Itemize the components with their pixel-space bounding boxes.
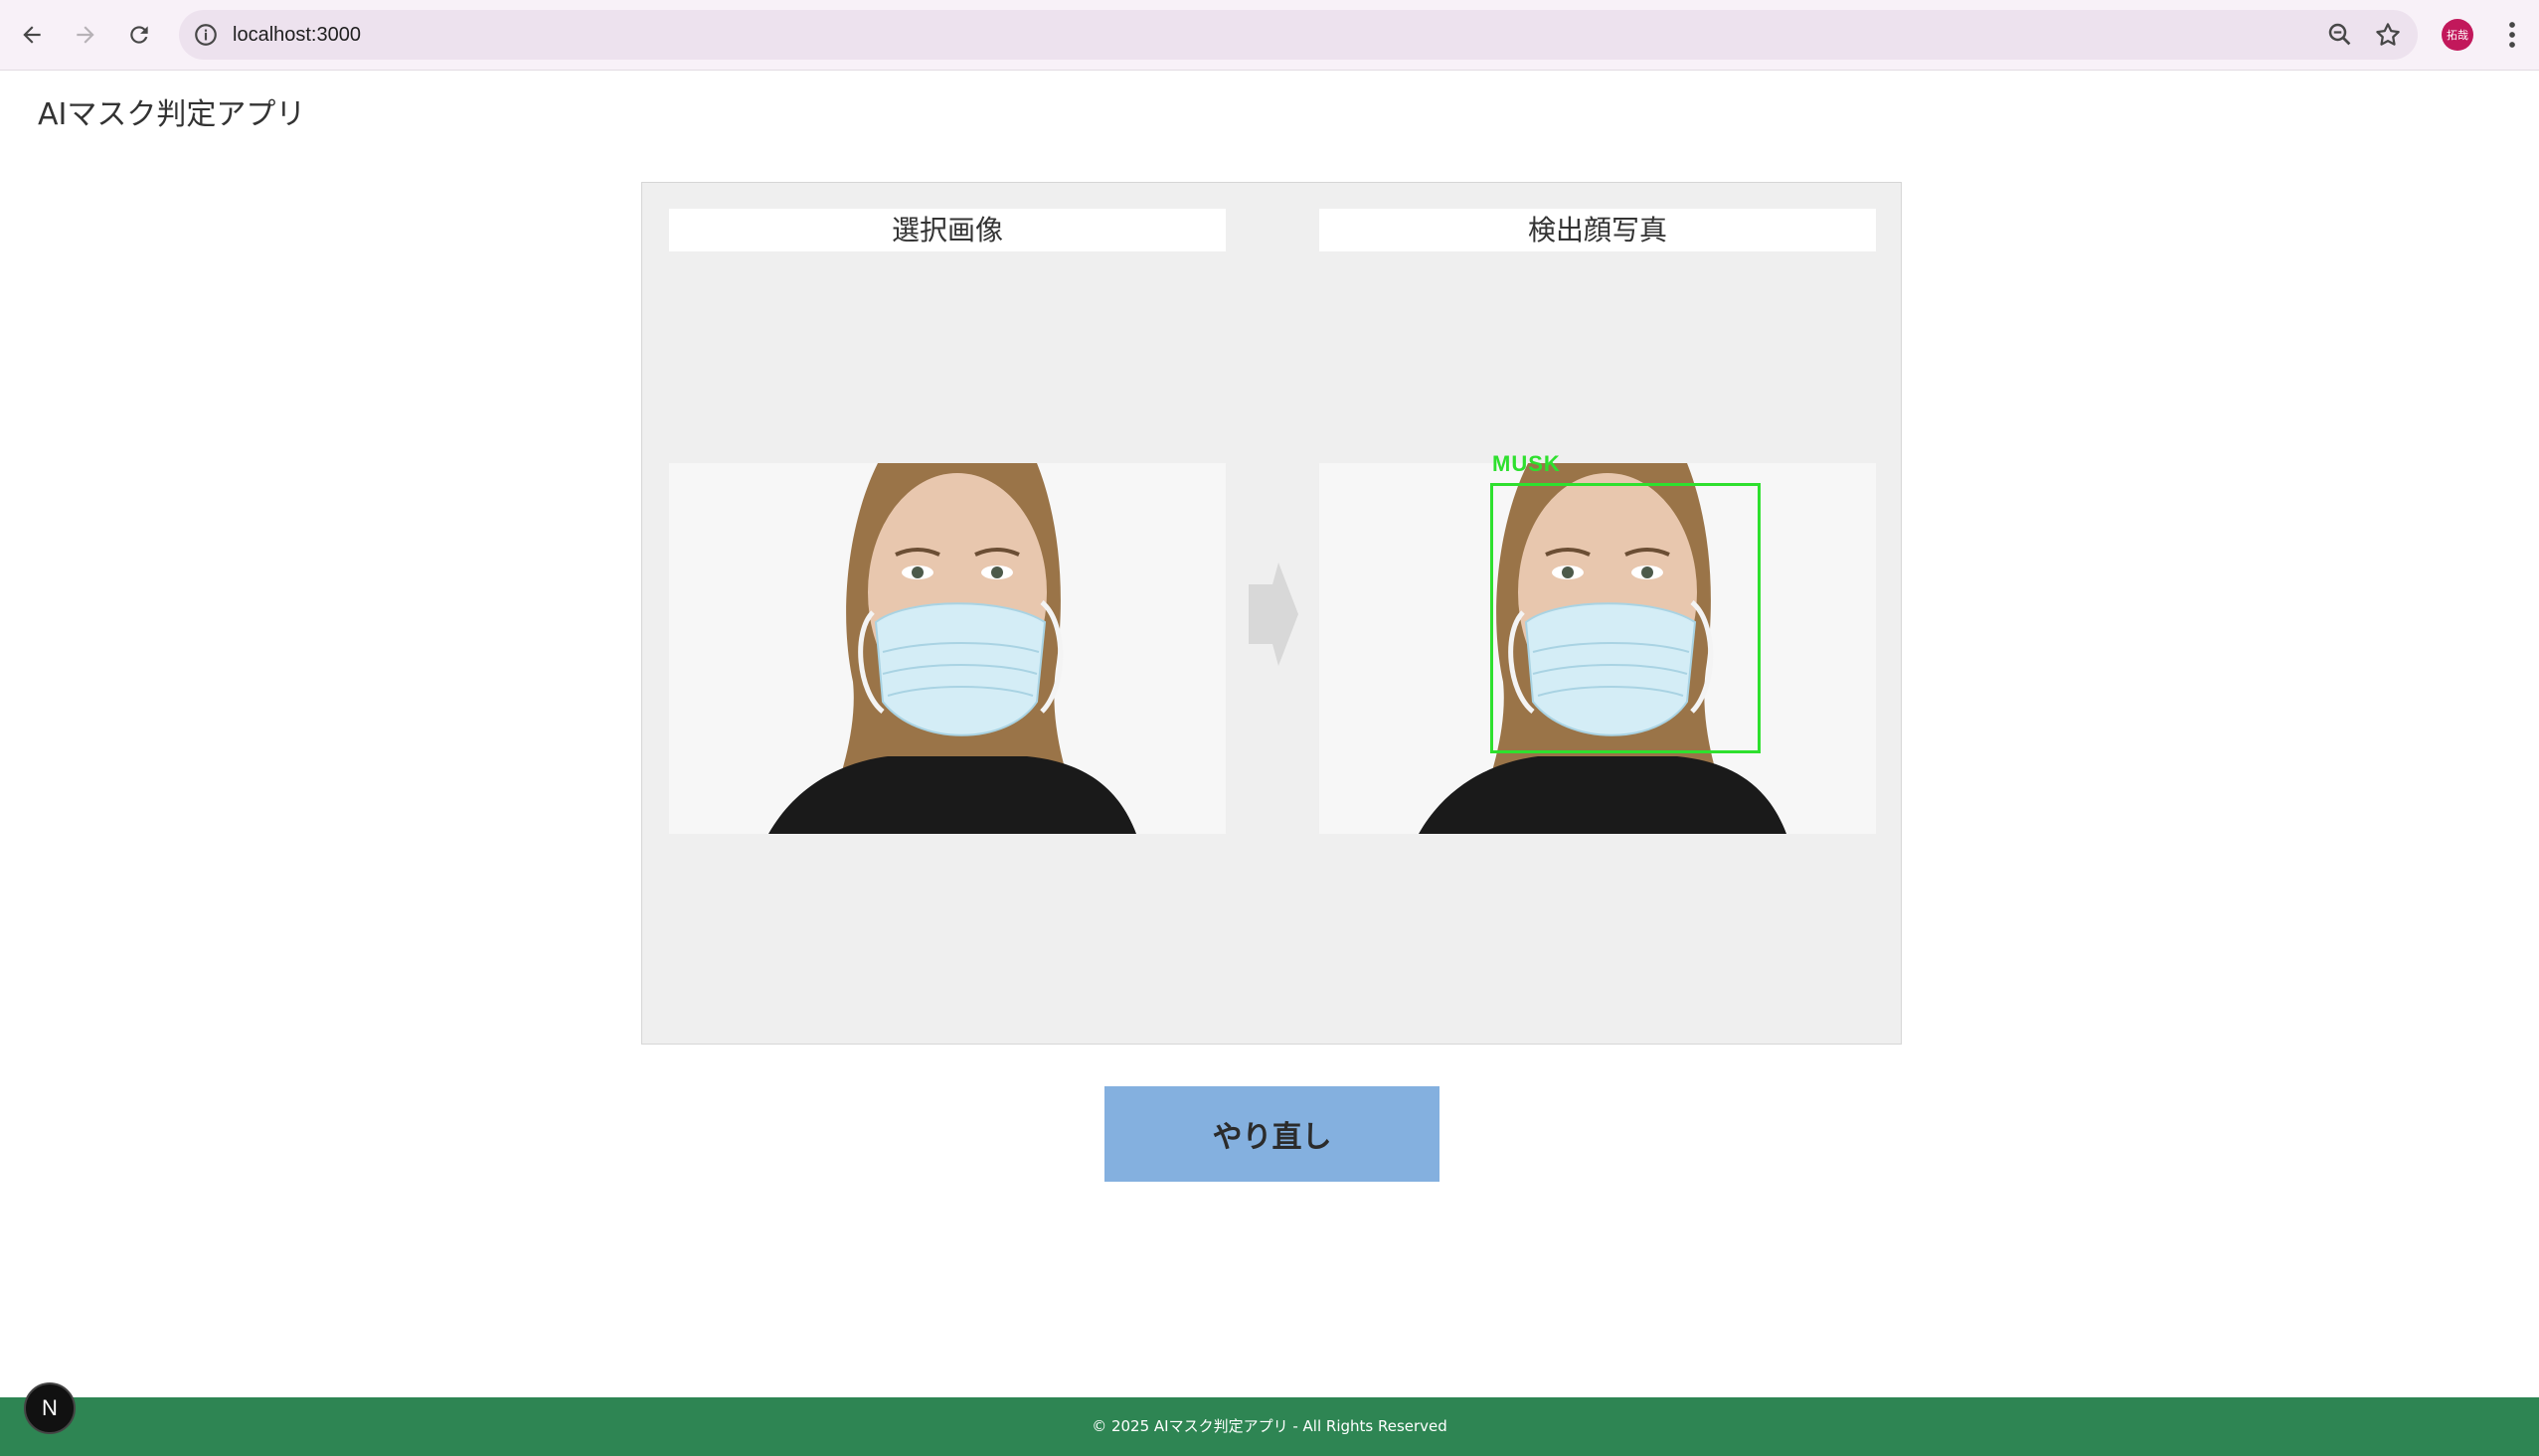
browser-toolbar: localhost:3000 拓哉 [0, 0, 2539, 71]
nextjs-dev-badge[interactable]: N [24, 1382, 76, 1434]
selected-image-label: 選択画像 [669, 209, 1226, 251]
detected-face-label: 検出顔写真 [1319, 209, 1876, 251]
site-info-icon[interactable] [193, 22, 219, 48]
footer: © 2025 AIマスク判定アプリ - All Rights Reserved [0, 1397, 2539, 1456]
arrow-right-icon [1249, 563, 1298, 666]
back-arrow-icon[interactable] [12, 15, 52, 55]
detected-face-image: MUSK [1319, 451, 1876, 834]
footer-copyright: © 2025 AIマスク判定アプリ - All Rights Reserved [1092, 1417, 1447, 1435]
forward-arrow-icon[interactable] [66, 15, 105, 55]
url-text[interactable]: localhost:3000 [233, 10, 361, 60]
page-title: AIマスク判定アプリ [38, 97, 306, 132]
result-panel: 選択画像 検出顔写真 MUSK [641, 182, 1902, 1045]
zoom-icon[interactable] [2325, 20, 2355, 50]
more-menu-icon[interactable] [2497, 15, 2527, 55]
reload-icon[interactable] [119, 15, 159, 55]
face-detection-box [1490, 483, 1761, 753]
masked-face-photo [669, 463, 1226, 834]
retry-button[interactable]: やり直し [1104, 1086, 1439, 1182]
bookmark-star-icon[interactable] [2373, 20, 2403, 50]
address-bar[interactable]: localhost:3000 [179, 10, 2418, 60]
selected-image [669, 463, 1226, 834]
profile-avatar[interactable]: 拓哉 [2442, 19, 2473, 51]
detection-label: MUSK [1492, 451, 1561, 476]
